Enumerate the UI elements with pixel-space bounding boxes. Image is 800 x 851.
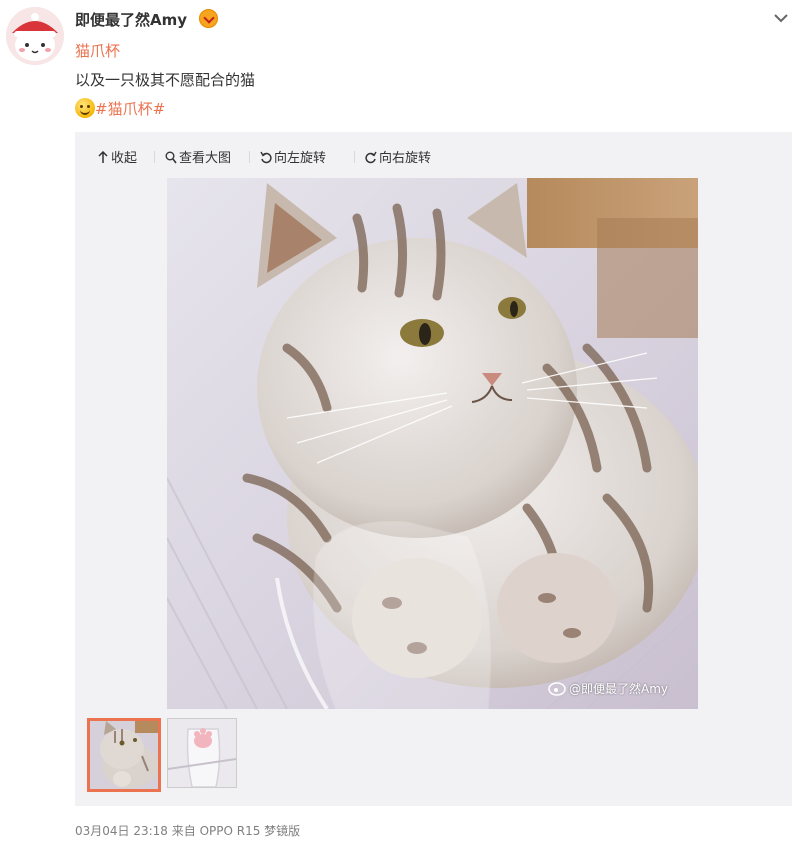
cat-photo-image	[167, 178, 698, 709]
toolbar-divider	[154, 151, 155, 163]
media-box: 收起 查看大图 向左旋转 向右旋转 @即便最了然Amy	[75, 132, 792, 806]
post-timestamp[interactable]: 03月04日 23:18	[75, 824, 168, 838]
rotate-right-icon	[365, 151, 377, 164]
collapse-arrow-icon	[98, 150, 108, 163]
smiley-emoji-icon	[75, 98, 95, 118]
toolbar-divider	[249, 151, 250, 163]
post-footer: 03月04日 23:18 来自 OPPO R15 梦镜版	[75, 822, 300, 839]
photo-watermark: @即便最了然Amy	[569, 682, 669, 696]
avatar[interactable]	[6, 7, 64, 65]
post-text: 以及一只极其不愿配合的猫	[75, 71, 256, 89]
vip-badge-icon	[199, 9, 218, 28]
thumbnail-cat-image	[90, 721, 158, 789]
username[interactable]: 即便最了然Amy	[75, 9, 187, 30]
hashtag-row: #猫爪杯#	[75, 98, 165, 120]
collapse-label: 收起	[111, 151, 138, 166]
rotate-right-button[interactable]: 向右旋转	[365, 147, 431, 166]
topic-link[interactable]: 猫爪杯	[75, 40, 120, 61]
magnifier-icon	[165, 151, 177, 164]
thumbnail-cup-image	[168, 719, 236, 787]
post-source: 来自 OPPO R15 梦镜版	[171, 824, 301, 838]
chevron-down-icon[interactable]	[771, 8, 791, 28]
thumbnail-2[interactable]	[167, 718, 237, 788]
view-large-button[interactable]: 查看大图	[165, 147, 231, 166]
avatar-image	[6, 7, 64, 65]
thumbnail-1[interactable]	[87, 718, 161, 792]
rotate-left-label: 向左旋转	[274, 151, 327, 166]
toolbar-divider	[354, 151, 355, 163]
collapse-button[interactable]: 收起	[97, 147, 137, 166]
view-large-label: 查看大图	[179, 151, 232, 166]
rotate-right-label: 向右旋转	[379, 151, 432, 166]
rotate-left-button[interactable]: 向左旋转	[260, 147, 326, 166]
main-photo[interactable]: @即便最了然Amy	[167, 178, 698, 709]
hashtag-link[interactable]: #猫爪杯#	[95, 100, 165, 118]
rotate-left-icon	[260, 151, 272, 164]
